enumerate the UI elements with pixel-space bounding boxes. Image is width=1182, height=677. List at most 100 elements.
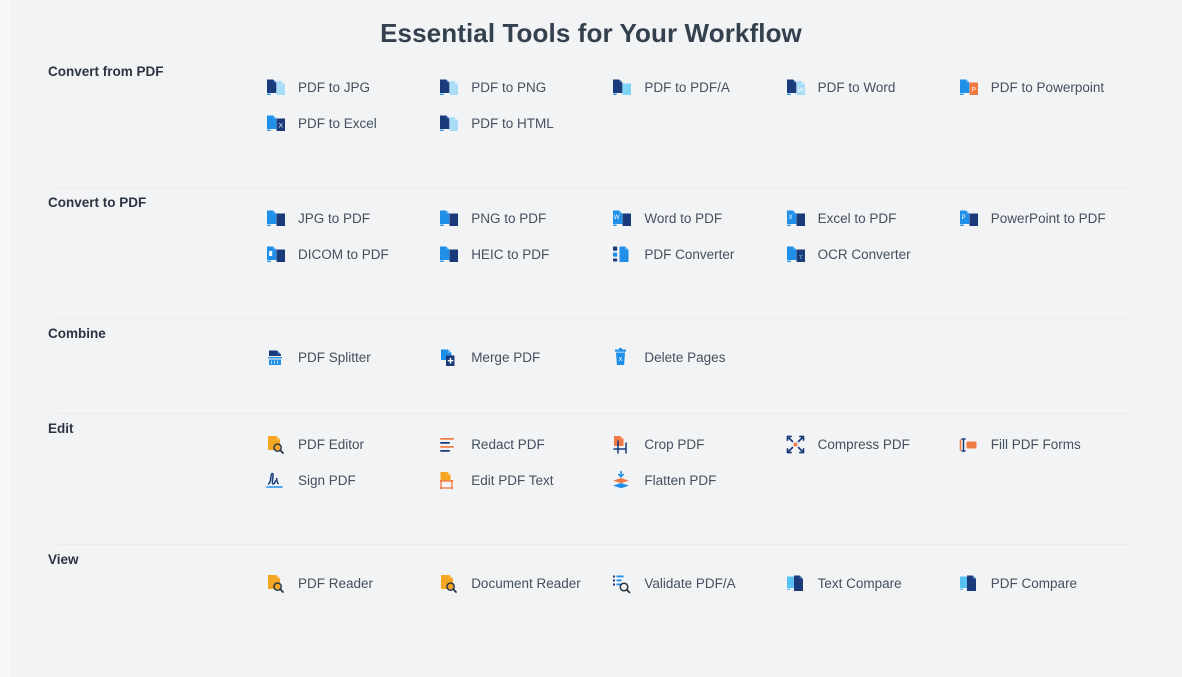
section-convert-to-pdf: Convert to PDF JPG to PDF PNG to PDF W W… [0, 187, 1182, 318]
svg-text:P: P [961, 215, 965, 221]
tool-crop-pdf[interactable]: Crop PDF [610, 427, 783, 463]
redact-lines-icon [437, 433, 461, 457]
section-label: Convert to PDF [48, 195, 147, 210]
doc-pair-blue-navy-t-icon: T [784, 243, 808, 267]
form-field-cursor-icon [957, 433, 981, 457]
tool-label: Document Reader [471, 576, 581, 592]
tool-label: Compress PDF [817, 437, 910, 453]
tool-label: Merge PDF [471, 350, 541, 366]
doc-pair-blue-navy-d-icon [264, 243, 288, 267]
tool-pdf-to-powerpoint[interactable]: P PDF to Powerpoint [957, 70, 1130, 106]
tool-label: PDF Reader [298, 576, 374, 592]
tool-label: Sign PDF [298, 473, 356, 489]
tool-label: Crop PDF [644, 437, 705, 453]
section-label: Combine [48, 326, 106, 341]
tool-flatten-pdf[interactable]: Flatten PDF [610, 463, 783, 499]
tool-label: PDF Splitter [298, 350, 371, 366]
tool-png-to-pdf[interactable]: PNG to PDF [437, 201, 610, 237]
tool-pdf-editor[interactable]: PDF Editor [264, 427, 437, 463]
tool-powerpoint-to-pdf[interactable]: P PowerPoint to PDF [957, 201, 1130, 237]
tool-pdf-to-png[interactable]: PDF to PNG [437, 70, 610, 106]
crop-marks-icon [610, 433, 634, 457]
tiles-converter-icon [610, 243, 634, 267]
tool-label: HEIC to PDF [471, 247, 550, 263]
tool-compress-pdf[interactable]: Compress PDF [784, 427, 957, 463]
tool-label: PNG to PDF [471, 211, 547, 227]
tool-label: OCR Converter [817, 247, 911, 263]
doc-pair-navy-lightblue-icon [437, 112, 461, 136]
tool-label: Validate PDF/A [644, 576, 736, 592]
tool-text-compare[interactable]: Text Compare [784, 566, 957, 602]
doc-pair-navy-lightblue-icon [437, 76, 461, 100]
tool-pdf-to-pdfa[interactable]: PDF to PDF/A [610, 70, 783, 106]
doc-pair-blue-orange-p-icon: P [957, 76, 981, 100]
section-view: View PDF Reader Document Reader Validate… [0, 544, 1182, 639]
tool-validate-pdfa[interactable]: Validate PDF/A [610, 566, 783, 602]
doc-pair-navy-lightblue-w-icon: W [784, 76, 808, 100]
tool-label: PDF to PNG [471, 80, 547, 96]
tool-label: PDF to JPG [298, 80, 371, 96]
svg-text:W: W [614, 215, 620, 221]
section-tool-grid: JPG to PDF PNG to PDF W Word to PDF X Ex… [264, 187, 1130, 273]
tool-word-to-pdf[interactable]: W Word to PDF [610, 201, 783, 237]
svg-text:T: T [799, 255, 803, 261]
section-tool-grid: PDF to JPG PDF to PNG PDF to PDF/A W PDF… [264, 56, 1130, 142]
tool-label: Delete Pages [644, 350, 726, 366]
doc-pair-blue-navy-icon [437, 243, 461, 267]
tool-label: Flatten PDF [644, 473, 717, 489]
doc-pair-blue-navy-x-icon: X [784, 207, 808, 231]
merge-plus-icon [437, 346, 461, 370]
tool-label: PDF to Powerpoint [990, 80, 1105, 96]
tool-label: JPG to PDF [298, 211, 371, 227]
tool-pdf-compare[interactable]: PDF Compare [957, 566, 1130, 602]
tool-fill-pdf-forms[interactable]: Fill PDF Forms [957, 427, 1130, 463]
flatten-layers-icon [610, 469, 634, 493]
doc-pair-blue-navy-p-icon: P [957, 207, 981, 231]
tool-dicom-to-pdf[interactable]: DICOM to PDF [264, 237, 437, 273]
svg-text:W: W [798, 88, 804, 94]
doc-pair-blue-navy-icon [264, 207, 288, 231]
tool-label: PDF Editor [298, 437, 365, 453]
doc-amber-magnifier-icon [264, 572, 288, 596]
tool-sections: Convert from PDF PDF to JPG PDF to PNG P… [0, 56, 1182, 639]
tool-pdf-to-word[interactable]: W PDF to Word [784, 70, 957, 106]
tool-redact-pdf[interactable]: Redact PDF [437, 427, 610, 463]
tool-merge-pdf[interactable]: Merge PDF [437, 340, 610, 376]
tool-label: PowerPoint to PDF [990, 211, 1106, 227]
doc-pair-blue-navy-icon [437, 207, 461, 231]
section-label: Convert from PDF [48, 64, 164, 79]
tool-label: DICOM to PDF [298, 247, 389, 263]
tool-jpg-to-pdf[interactable]: JPG to PDF [264, 201, 437, 237]
tool-pdf-splitter[interactable]: PDF Splitter [264, 340, 437, 376]
tool-pdf-reader[interactable]: PDF Reader [264, 566, 437, 602]
tool-label: PDF Converter [644, 247, 735, 263]
tool-label: Edit PDF Text [471, 473, 554, 489]
tool-label: Excel to PDF [817, 211, 897, 227]
tool-edit-pdf-text[interactable]: Edit PDF Text [437, 463, 610, 499]
section-tool-grid: PDF Editor Redact PDF Crop PDF Compress … [264, 413, 1130, 499]
tool-delete-pages[interactable]: x Delete Pages [610, 340, 783, 376]
svg-text:X: X [279, 123, 284, 130]
tool-ocr-converter[interactable]: T OCR Converter [784, 237, 957, 273]
tool-excel-to-pdf[interactable]: X Excel to PDF [784, 201, 957, 237]
tool-label: Text Compare [817, 576, 902, 592]
tool-sign-pdf[interactable]: Sign PDF [264, 463, 437, 499]
tool-pdf-to-excel[interactable]: X PDF to Excel [264, 106, 437, 142]
section-convert-from-pdf: Convert from PDF PDF to JPG PDF to PNG P… [0, 56, 1182, 187]
tool-label: PDF to Word [817, 80, 896, 96]
validate-magnifier-icon [610, 572, 634, 596]
tool-pdf-converter[interactable]: PDF Converter [610, 237, 783, 273]
section-tool-grid: PDF Reader Document Reader Validate PDF/… [264, 544, 1130, 602]
svg-text:P: P [971, 87, 975, 94]
tool-label: PDF to PDF/A [644, 80, 730, 96]
tool-document-reader[interactable]: Document Reader [437, 566, 610, 602]
tool-label: Word to PDF [644, 211, 723, 227]
section-tool-grid: PDF Splitter Merge PDF x Delete Pages [264, 318, 1130, 376]
tool-pdf-to-jpg[interactable]: PDF to JPG [264, 70, 437, 106]
tool-heic-to-pdf[interactable]: HEIC to PDF [437, 237, 610, 273]
compare-docs-icon [957, 572, 981, 596]
tool-label: Redact PDF [471, 437, 545, 453]
tool-pdf-to-html[interactable]: PDF to HTML [437, 106, 610, 142]
compare-docs-icon [784, 572, 808, 596]
tool-label: PDF to HTML [471, 116, 554, 132]
